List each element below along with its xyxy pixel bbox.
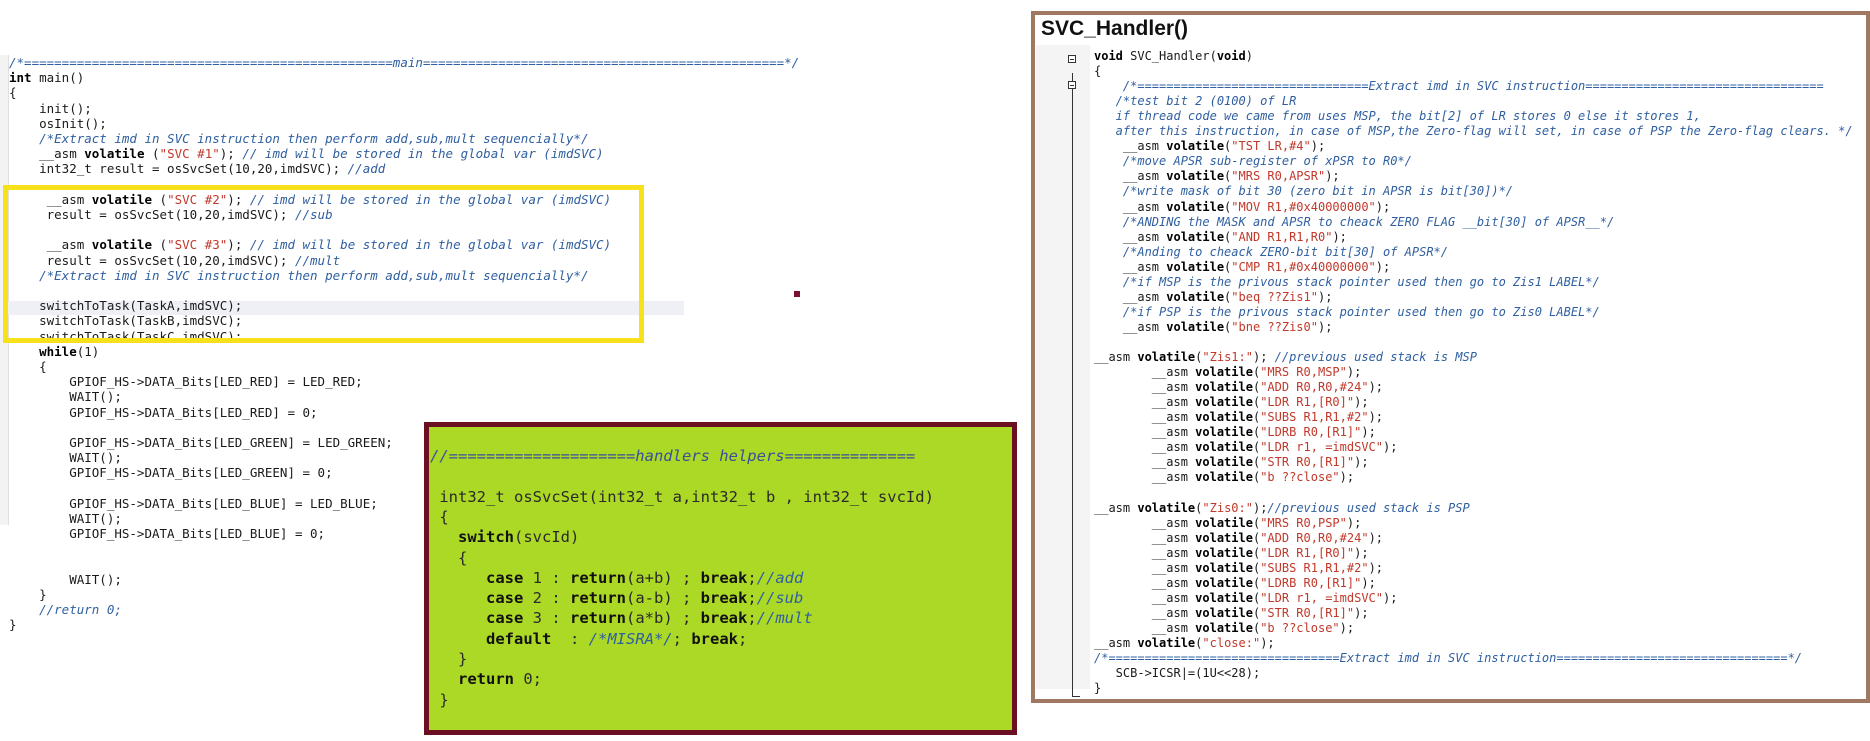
code-line: __asm volatile("LDR r1, =imdSVC"); <box>1094 590 1398 605</box>
code-line: while(1) <box>39 343 100 359</box>
code-line: /*======================================… <box>9 55 800 70</box>
svc-handler-title: SVC_Handler() <box>1041 17 1189 40</box>
code-line: default : /*MISRA*/; break; <box>486 629 748 648</box>
red-marker-dot <box>794 291 800 297</box>
code-line: void SVC_Handler(void) <box>1094 49 1253 63</box>
svc-calls-highlight-box <box>3 185 644 343</box>
code-line: __asm volatile("SUBS R1,R1,#2"); <box>1094 560 1384 575</box>
code-line: GPIOF_HS->DATA_Bits[LED_GREEN] = 0; <box>9 465 333 481</box>
code-line: WAIT(); <box>9 389 122 405</box>
code-line: __asm volatile("AND R1,R1,R0"); <box>1094 229 1347 244</box>
code-line: } <box>430 650 468 668</box>
code-line: int32_t osSvcSet(int32_t a,int32_t b , i… <box>430 487 934 506</box>
code-line: case 3 : return(a*b) ; break;//mult <box>486 609 813 628</box>
code-line: __asm volatile("Zis0:");//previous used … <box>1094 500 1470 515</box>
code-line: init(); <box>9 100 92 116</box>
code-line: /*move APSR sub-register of xPSR to R0*/ <box>1094 154 1412 169</box>
code-line: WAIT(); <box>9 571 122 587</box>
code-line: //return 0; <box>9 602 122 618</box>
code-line: __asm volatile("beq ??Zis1"); <box>1094 289 1333 304</box>
code-line: GPIOF_HS->DATA_Bits[LED_GREEN] = LED_GRE… <box>9 435 393 450</box>
code-line: __asm volatile("MRS R0,MSP"); <box>1094 365 1362 380</box>
code-line: __asm volatile("MRS R0,APSR"); <box>1094 169 1340 184</box>
code-line: /*Extract imd in SVC instruction then pe… <box>9 131 589 146</box>
code-line: WAIT(); <box>9 450 122 466</box>
code-line: __asm volatile("ADD R0,R0,#24"); <box>1094 380 1384 395</box>
code-line: /*if MSP is the privous stack pointer us… <box>1094 274 1600 289</box>
code-line: __asm volatile("TST LR,#4"); <box>1094 139 1326 154</box>
code-line: //====================handlers helpers==… <box>430 447 916 465</box>
code-line: if thread code we came from uses MSP, th… <box>1094 109 1701 124</box>
code-line: { <box>430 507 449 526</box>
code-line: __asm volatile("b ??close"); <box>1094 470 1355 485</box>
code-line: /*if PSP is the privous stack pointer us… <box>1094 304 1600 319</box>
code-line: __asm volatile("LDRB R0,[R1]"); <box>1094 425 1376 440</box>
code-line: /*Anding to cheack ZERO-bit bit[30] of A… <box>1094 244 1449 259</box>
code-line: __asm volatile("CMP R1,#0x40000000"); <box>1094 259 1391 274</box>
code-line: } <box>9 617 17 633</box>
code-line: __asm volatile("LDRB R0,[R1]"); <box>1094 575 1376 590</box>
code-line: case 1 : return(a+b) ; break;//add <box>486 568 804 587</box>
code-line: /*test bit 2 (0100) of LR <box>1094 94 1297 109</box>
fold-guide-line <box>1072 73 1073 697</box>
code-line: __asm volatile ("SVC #1"); // imd will b… <box>9 146 604 162</box>
code-line: WAIT(); <box>9 511 122 526</box>
code-line: __asm volatile("LDR R1,[R0]"); <box>1094 545 1369 560</box>
code-line: GPIOF_HS->DATA_Bits[LED_RED] = 0; <box>9 404 318 420</box>
code-line: { <box>9 359 47 374</box>
code-line: switch(svcId) <box>458 528 580 547</box>
code-line: } <box>1094 681 1102 696</box>
code-line: __asm volatile("bne ??Zis0"); <box>1094 319 1333 334</box>
code-line: /*write mask of bit 30 (zero bit in APSR… <box>1094 184 1514 199</box>
code-line: } <box>430 690 449 709</box>
code-line: __asm volatile("STR R0,[R1]"); <box>1094 455 1369 470</box>
code-line: GPIOF_HS->DATA_Bits[LED_BLUE] = 0; <box>9 526 326 542</box>
code-line: int32_t result = osSvcSet(10,20,imdSVC);… <box>9 161 386 177</box>
svc-editor-gutter <box>1036 45 1091 697</box>
svc-handler-panel[interactable]: SVC_Handler() void SVC_Handler(void){ /*… <box>1031 11 1870 703</box>
code-line: } <box>9 587 47 602</box>
code-line: { <box>9 85 17 101</box>
code-line: __asm volatile("LDR r1, =imdSVC"); <box>1094 440 1398 455</box>
code-line: /*================================Extrac… <box>1094 651 1803 665</box>
code-line: case 2 : return(a-b) ; break;//sub <box>486 589 804 608</box>
code-line: return 0; <box>458 670 542 689</box>
code-line: __asm volatile("Zis1:"); //previous used… <box>1094 350 1477 364</box>
code-line: __asm volatile("MRS R0,PSP"); <box>1094 515 1362 530</box>
code-line: __asm volatile("STR R0,[R1]"); <box>1094 605 1369 620</box>
code-line: __asm volatile("LDR R1,[R0]"); <box>1094 395 1369 410</box>
code-line: /*ANDING the MASK and APSR to cheack ZER… <box>1094 214 1615 229</box>
code-line: __asm volatile("ADD R0,R0,#24"); <box>1094 530 1384 545</box>
code-line: __asm volatile("SUBS R1,R1,#2"); <box>1094 410 1384 425</box>
code-line: int main() <box>9 70 85 86</box>
code-line: /*================================Extrac… <box>1094 79 1824 94</box>
code-line: GPIOF_HS->DATA_Bits[LED_BLUE] = LED_BLUE… <box>9 495 378 511</box>
fold-collapse-icon[interactable] <box>1068 81 1076 89</box>
code-line: GPIOF_HS->DATA_Bits[LED_RED] = LED_RED; <box>9 374 363 390</box>
svc-code-area[interactable]: void SVC_Handler(void){ /*==============… <box>1090 45 1866 695</box>
code-line: __asm volatile("MOV R1,#0x40000000"); <box>1094 199 1391 214</box>
code-line: osInit(); <box>9 115 107 131</box>
fold-collapse-icon[interactable] <box>1068 55 1076 63</box>
code-line: { <box>430 548 468 567</box>
code-line: __asm volatile("close:"); <box>1094 635 1275 650</box>
helpers-code-panel: //====================handlers helpers==… <box>424 422 1017 735</box>
code-line: __asm volatile("b ??close"); <box>1094 620 1355 635</box>
code-line: { <box>1094 64 1102 79</box>
code-line: SCB->ICSR|=(1U<<28); <box>1094 666 1261 681</box>
code-line: after this instruction, in case of MSP,t… <box>1094 124 1853 139</box>
fold-end-marker <box>1072 696 1080 697</box>
